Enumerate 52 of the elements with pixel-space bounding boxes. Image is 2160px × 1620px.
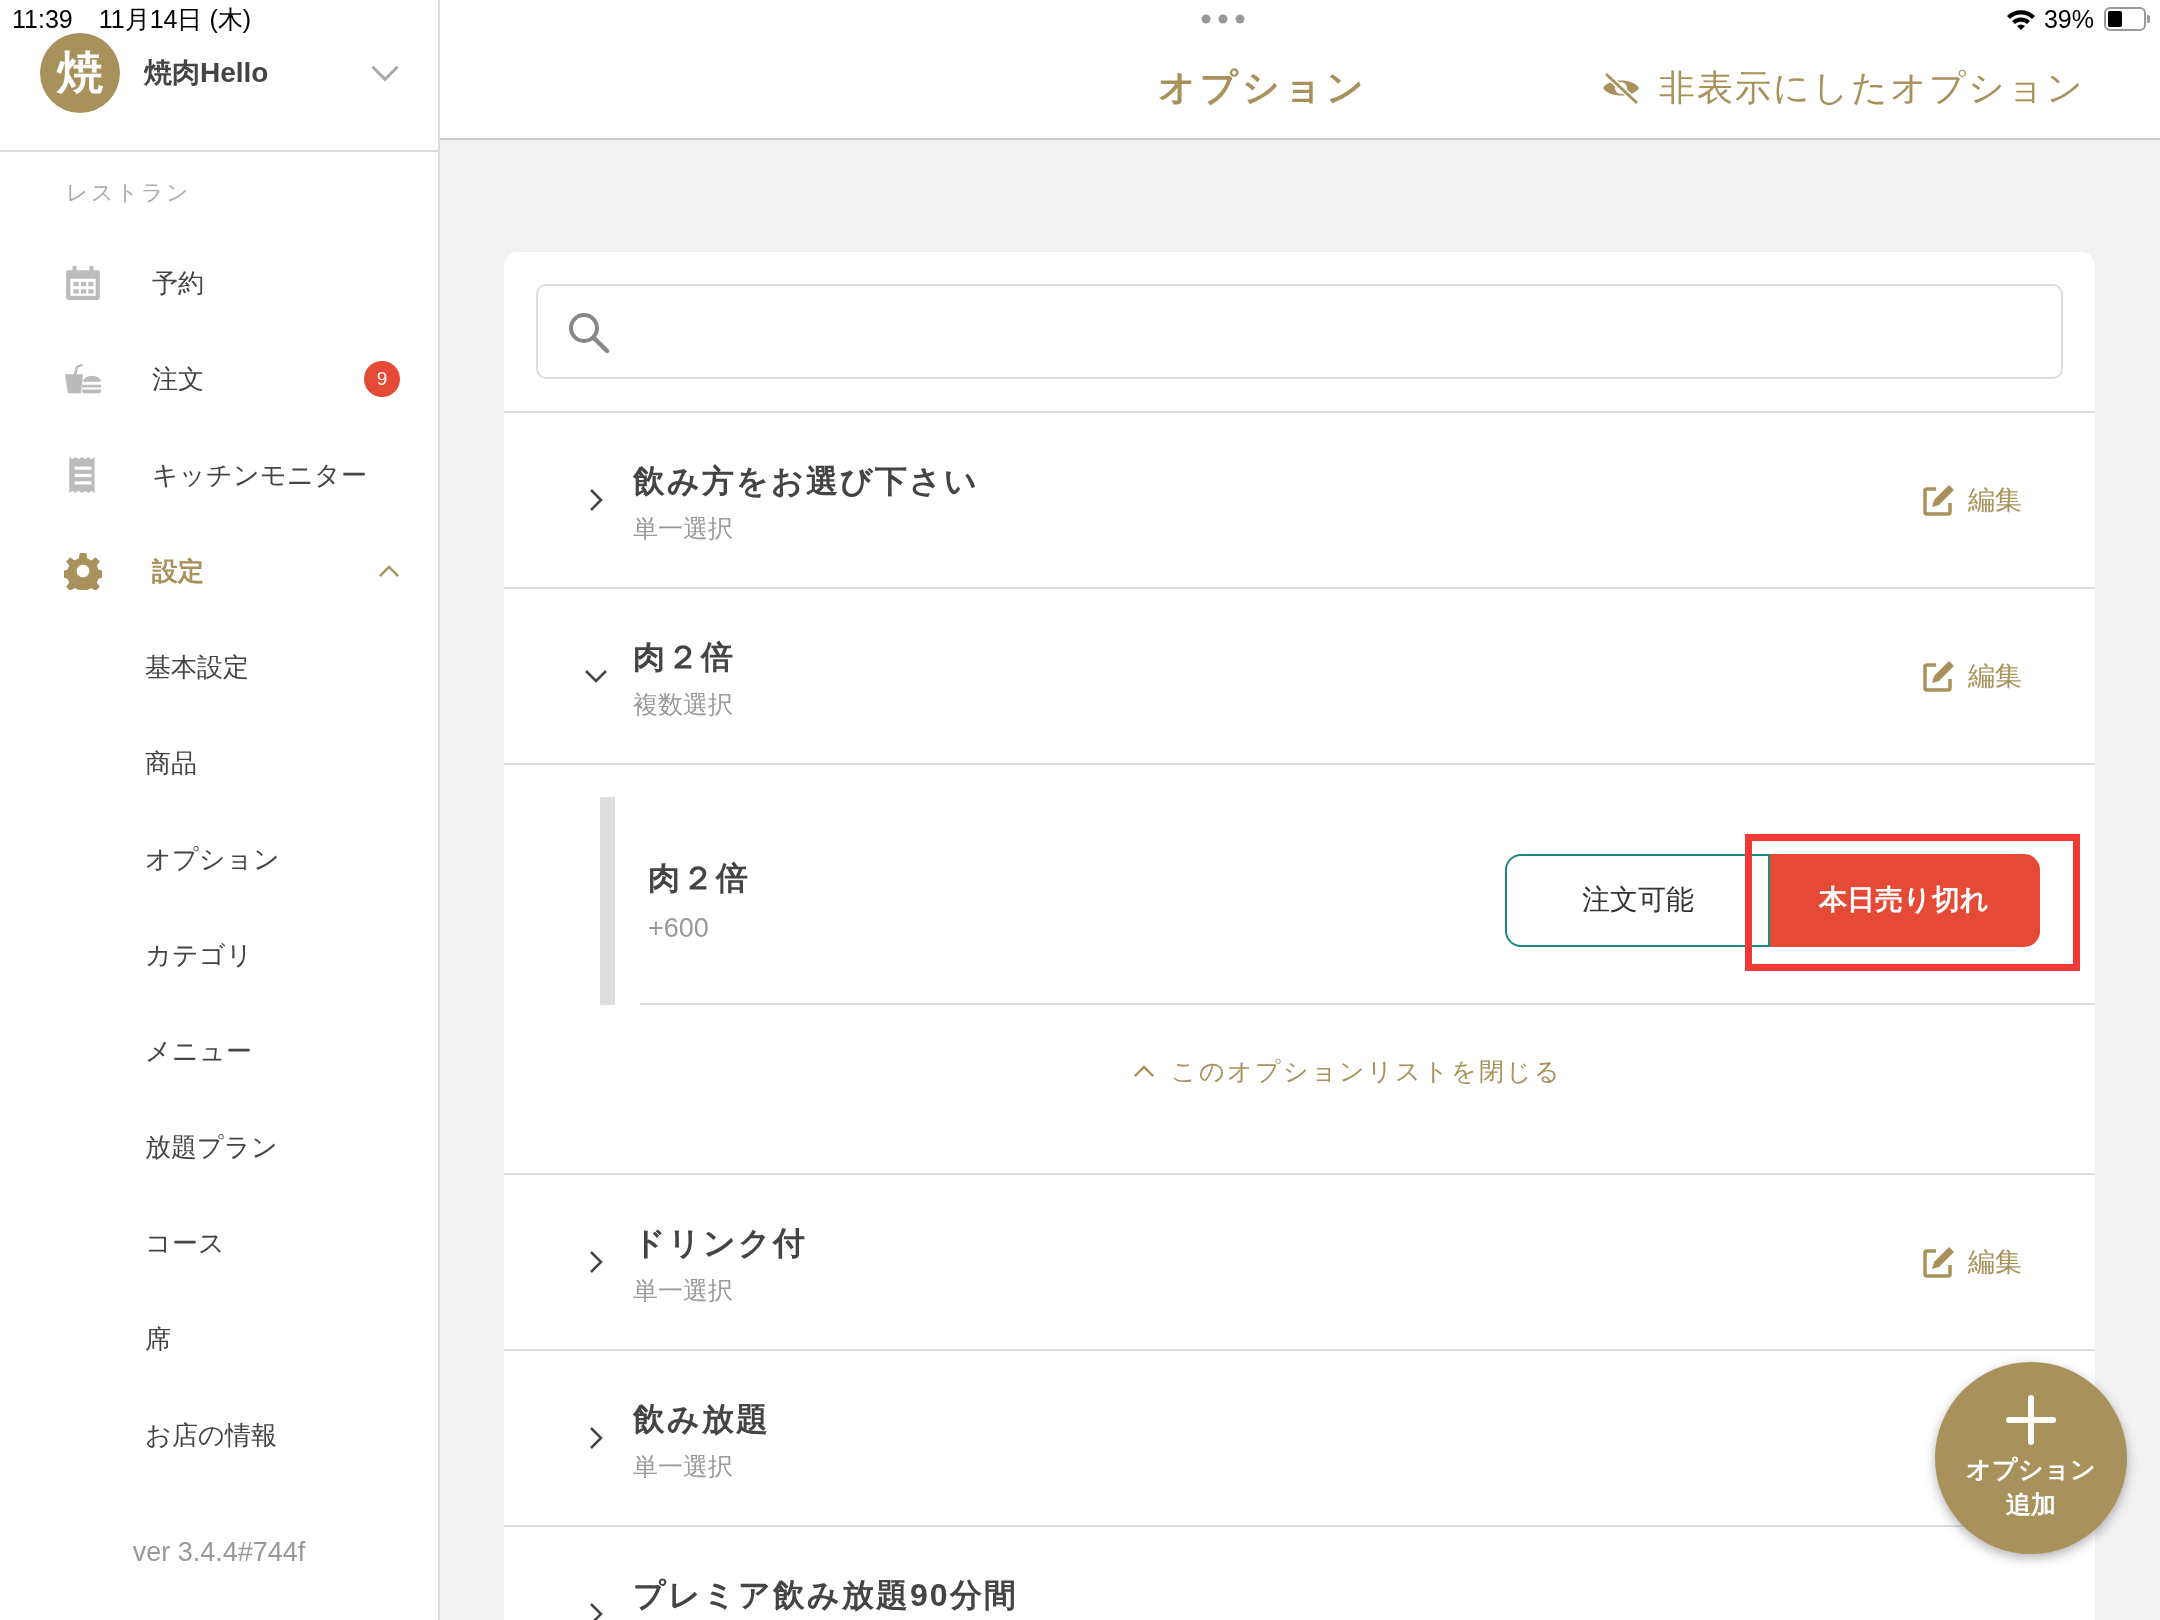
option-type: 単一選択 — [633, 1451, 733, 1482]
sidebar-subitem[interactable]: オプション — [0, 811, 438, 907]
eye-slash-icon — [1601, 71, 1641, 105]
chevron-right-icon[interactable] — [589, 1426, 603, 1450]
option-type: 複数選択 — [633, 689, 733, 720]
chevron-down-icon[interactable] — [584, 669, 608, 683]
battery-percent: 39% — [2043, 4, 2094, 34]
chevron-up-icon — [1133, 1065, 1155, 1078]
wifi-icon — [2005, 8, 2036, 30]
sidebar-item[interactable]: 予約 — [0, 235, 438, 331]
option-title: 飲み放題 — [633, 1400, 770, 1439]
sidebar-item[interactable]: キッチンモニター — [0, 427, 438, 523]
shop-avatar: 焼 — [40, 33, 120, 113]
option-type: 単一選択 — [633, 513, 733, 544]
sidebar-subitem[interactable]: 基本設定 — [0, 619, 438, 715]
sidebar-item[interactable]: 注文 9 — [0, 331, 438, 427]
item-name: 肉２倍 — [648, 858, 751, 898]
option-title: 飲み方をお選び下さい — [633, 462, 979, 501]
section-label: レストラン — [66, 179, 192, 207]
option-title: ドリンク付 — [633, 1224, 807, 1263]
search-field[interactable] — [536, 284, 2063, 379]
option-title: プレミア飲み放題90分間 — [633, 1576, 1018, 1615]
option-title: 肉２倍 — [633, 638, 735, 677]
sidebar-subitem[interactable]: お店の情報 — [0, 1387, 438, 1483]
item-price: +600 — [648, 912, 710, 944]
status-date: 11月14日 (木) — [98, 3, 252, 35]
calendar-icon — [64, 264, 102, 302]
edit-icon — [1922, 659, 1956, 693]
sidebar-subitem[interactable]: コース — [0, 1195, 438, 1291]
chevron-down-icon — [370, 64, 400, 82]
plus-icon — [2005, 1394, 2057, 1446]
option-type: 単一選択 — [633, 1275, 733, 1306]
sidebar-subitem[interactable]: 席 — [0, 1291, 438, 1387]
edit-icon — [1922, 483, 1956, 517]
chevron-up-icon — [378, 564, 400, 578]
edit-icon — [1922, 1245, 1956, 1279]
status-segment[interactable]: 本日売り切れ — [1770, 853, 2040, 947]
sidebar-subitem[interactable]: 放題プラン — [0, 1099, 438, 1195]
settings-icon — [64, 552, 102, 590]
sidebar-subitem[interactable]: メニュー — [0, 1003, 438, 1099]
chevron-right-icon[interactable] — [589, 1602, 603, 1620]
count-badge: 9 — [364, 361, 400, 397]
more-dots-icon[interactable] — [1200, 14, 1245, 24]
page-title: オプション — [1157, 66, 1368, 110]
sidebar-subitem[interactable]: 商品 — [0, 715, 438, 811]
battery-icon — [2104, 7, 2150, 31]
status-time: 11:39 — [12, 4, 73, 34]
chevron-right-icon[interactable] — [589, 488, 603, 512]
sidebar-subitem[interactable]: カテゴリ — [0, 907, 438, 1003]
status-segment[interactable]: 注文可能 — [1505, 853, 1770, 947]
shop-name[interactable]: 焼肉Hello — [144, 54, 370, 92]
chevron-right-icon[interactable] — [589, 1250, 603, 1274]
